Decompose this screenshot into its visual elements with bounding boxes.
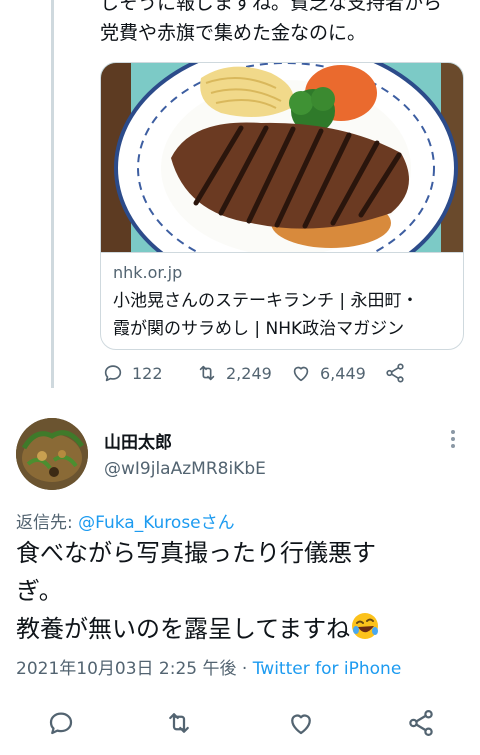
more-options-icon[interactable] xyxy=(440,426,466,452)
tweet-timestamp[interactable]: 2021年10月03日 2:25 午後 · xyxy=(16,659,253,679)
retweet-button[interactable] xyxy=(164,708,194,738)
tweet-text: 食べながら写真撮ったり行儀悪す ぎ。 教養が無いのを露呈してますね xyxy=(16,539,376,643)
reply-count: 122 xyxy=(132,363,163,383)
tweet-actions xyxy=(0,708,480,742)
previous-tweet-text: しそうに報じますね。貧乏な支持者から 党費や赤旗で集めた金なのに。 xyxy=(100,0,443,44)
retweet-icon xyxy=(199,365,215,381)
thread-connector-line xyxy=(51,0,54,388)
link-card-image[interactable] xyxy=(101,63,463,253)
rofl-emoji-icon xyxy=(352,613,379,639)
reply-mention-link[interactable]: @Fuka_Kuroseさん xyxy=(78,513,235,533)
reply-button[interactable] xyxy=(46,708,76,738)
share-action[interactable] xyxy=(384,362,406,384)
heart-icon xyxy=(293,366,309,382)
reply-action[interactable]: 122 xyxy=(102,362,163,384)
share-icon xyxy=(409,710,433,736)
tweet-client-link[interactable]: Twitter for iPhone xyxy=(253,659,402,679)
reply-icon xyxy=(104,365,122,382)
reply-prefix: 返信先: xyxy=(16,513,79,533)
reply-icon xyxy=(49,712,73,735)
like-action[interactable]: 6,449 xyxy=(290,362,366,384)
tweet-meta: 2021年10月03日 2:25 午後 · Twitter for iPhone xyxy=(16,654,401,679)
like-count: 6,449 xyxy=(320,363,366,383)
tweet-body: 食べながら写真撮ったり行儀悪す ぎ。 教養が無いのを露呈してますね xyxy=(16,534,466,648)
reply-context: 返信先: @Fuka_Kuroseさん xyxy=(16,508,235,533)
like-button[interactable] xyxy=(286,708,316,738)
link-card-domain: nhk.or.jp xyxy=(113,263,183,282)
link-preview-card[interactable]: nhk.or.jp 小池晃さんのステーキランチ | 永田町・ 霞が関のサラめし … xyxy=(100,62,464,350)
display-name[interactable]: 山田太郎 xyxy=(104,428,172,453)
avatar[interactable] xyxy=(16,418,88,490)
share-button[interactable] xyxy=(406,708,436,738)
retweet-action[interactable]: 2,249 xyxy=(196,362,272,384)
retweet-icon xyxy=(169,713,189,733)
heart-icon xyxy=(291,714,311,735)
link-card-title: 小池晃さんのステーキランチ | 永田町・ 霞が関のサラめし | NHK政治マガジ… xyxy=(113,291,419,339)
retweet-count: 2,249 xyxy=(226,363,272,383)
previous-tweet-actions: 122 2,249 6,449 xyxy=(100,362,420,390)
share-icon xyxy=(386,363,404,383)
user-handle[interactable]: @wI9jlaAzMR8iKbE xyxy=(104,459,266,479)
